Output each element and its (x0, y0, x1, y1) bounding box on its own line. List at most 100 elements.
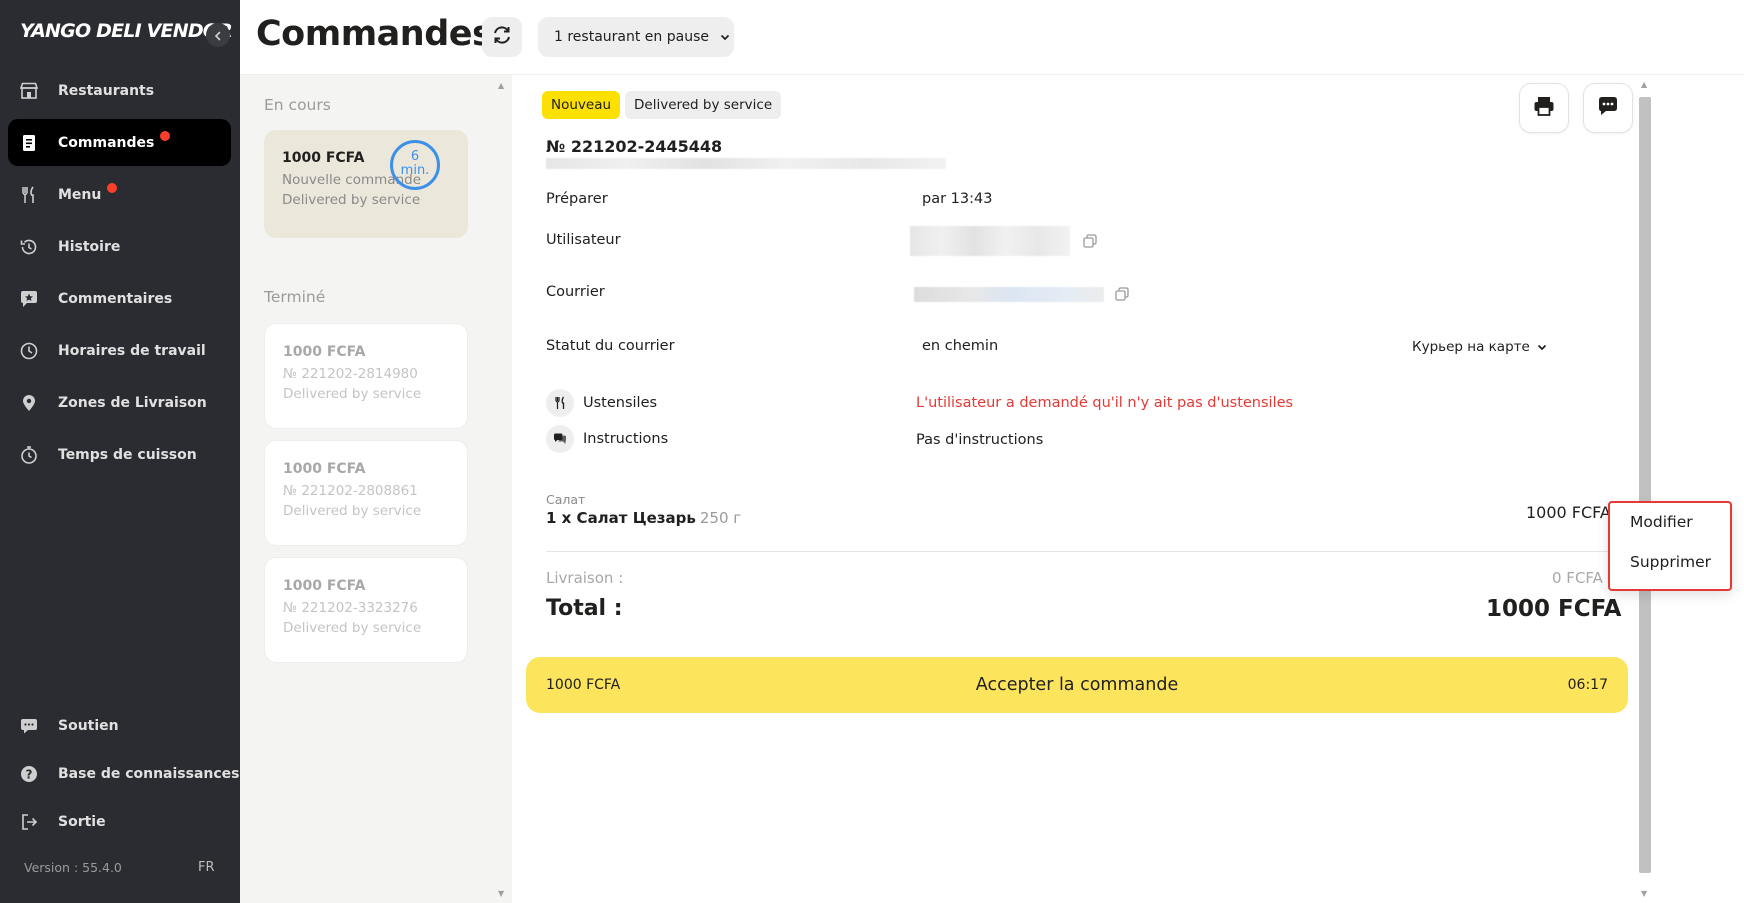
order-amount: 1000 FCFA (283, 578, 366, 594)
courier-map-toggle[interactable]: Курьер на карте (1412, 339, 1548, 355)
help-icon: ? (18, 763, 40, 785)
sidebar-item-label: Zones de Livraison (58, 394, 207, 411)
chat-button[interactable] (1583, 83, 1633, 133)
item-price: 1000 FCFA (1526, 503, 1611, 522)
item-context-menu: Modifier Supprimer (1608, 501, 1732, 591)
sidebar-item-label: Commentaires (58, 290, 173, 307)
order-number: № 221202-2808861 (283, 483, 418, 499)
sidebar-item-menu[interactable]: Menu (8, 171, 231, 218)
scroll-up-icon[interactable]: ▲ (1641, 80, 1647, 89)
sidebar-item-horaires[interactable]: Horaires de travail (8, 327, 231, 374)
refresh-button[interactable] (482, 17, 522, 57)
user-label: Utilisateur (546, 232, 621, 248)
menu-item-modifier[interactable]: Modifier (1630, 513, 1693, 531)
done-order-card[interactable]: 1000 FCFA № 221202-3323276 Delivered by … (264, 557, 468, 663)
copy-icon[interactable] (1114, 286, 1130, 302)
order-service: Delivered by service (283, 503, 422, 519)
timer-value: 6 (410, 149, 420, 164)
sidebar-item-label: Histoire (58, 238, 121, 255)
instructions-label: Instructions (583, 431, 669, 447)
utensils-icon (546, 389, 574, 417)
logout-icon (18, 811, 40, 833)
support-chat-icon (18, 715, 40, 737)
delivery-value: 0 FCFA (1552, 569, 1603, 587)
done-order-card[interactable]: 1000 FCFA № 221202-2808861 Delivered by … (264, 440, 468, 546)
sidebar-item-temps-cuisson[interactable]: Temps de cuisson (8, 431, 231, 478)
item-name: 1 x Салат Цезарь 250 г (546, 509, 741, 527)
app-version: Version : 55.4.0 (24, 860, 122, 875)
sidebar-item-label: Menu (58, 186, 102, 203)
menu-item-supprimer[interactable]: Supprimer (1630, 553, 1711, 571)
sidebar-item-label: Horaires de travail (58, 342, 206, 359)
order-timer: 6 min. (390, 140, 440, 190)
sidebar-item-label: Temps de cuisson (58, 446, 197, 463)
order-number: № 221202-2445448 (546, 137, 723, 156)
orders-scrollbar[interactable]: ▲ ▼ (492, 75, 512, 903)
sidebar: YANGO DELI VENDOR Restaurants Commandes … (0, 0, 240, 903)
sidebar-item-zones[interactable]: Zones de Livraison (8, 379, 231, 426)
item-weight: 250 г (699, 509, 742, 527)
instructions-icon (546, 425, 574, 453)
sidebar-item-soutien[interactable]: Soutien (8, 702, 231, 749)
orders-icon (18, 132, 40, 154)
sidebar-item-histoire[interactable]: Histoire (8, 223, 231, 270)
courier-status-value: en chemin (922, 338, 999, 354)
accept-order-button[interactable]: 1000 FCFA Accepter la commande 06:17 (526, 657, 1628, 713)
chevron-down-icon (1536, 341, 1548, 353)
delivery-label: Livraison : (546, 569, 624, 587)
scroll-down-icon[interactable]: ▼ (498, 889, 504, 898)
total-label: Total : (546, 596, 623, 621)
paused-restaurants-label: 1 restaurant en pause (554, 29, 709, 45)
sidebar-item-base-connaissances[interactable]: ? Base de connaissances (8, 750, 240, 797)
sidebar-item-commentaires[interactable]: Commentaires (8, 275, 231, 322)
copy-icon[interactable] (1082, 233, 1098, 249)
status-badge: Nouveau (542, 91, 621, 119)
order-amount: 1000 FCFA (283, 461, 366, 477)
order-service: Delivered by service (283, 620, 422, 636)
courier-label: Courrier (546, 284, 605, 300)
accept-amount: 1000 FCFA (546, 677, 621, 693)
page-title: Commandes (256, 14, 493, 54)
app-logo: YANGO DELI VENDOR (20, 20, 233, 42)
details-scrollbar[interactable]: ▲ ▼ (1636, 75, 1654, 903)
utensils-label: Ustensiles (583, 395, 658, 411)
divider (546, 551, 1610, 552)
sidebar-item-restaurants[interactable]: Restaurants (8, 67, 231, 114)
print-button[interactable] (1519, 83, 1569, 133)
sidebar-item-label: Commandes (58, 134, 155, 151)
sidebar-item-label: Base de connaissances (58, 765, 240, 782)
scroll-down-icon[interactable]: ▼ (1641, 889, 1647, 898)
redacted-courier (914, 287, 1104, 302)
language-switch[interactable]: FR (198, 860, 215, 875)
sidebar-item-commandes[interactable]: Commandes (8, 119, 231, 166)
sidebar-item-label: Soutien (58, 717, 119, 734)
service-badge: Delivered by service (625, 91, 782, 119)
comment-star-icon (18, 288, 40, 310)
orders-list: En cours 1000 FCFA Nouvelle commande Del… (240, 75, 492, 903)
sidebar-item-sortie[interactable]: Sortie (8, 798, 231, 845)
svg-text:?: ? (26, 767, 33, 781)
timer-unit: min. (400, 163, 430, 178)
done-heading: Terminé (264, 288, 326, 306)
order-service: Delivered by service (283, 386, 422, 402)
printer-icon (1532, 94, 1556, 122)
paused-restaurants-dropdown[interactable]: 1 restaurant en pause (538, 17, 734, 57)
fork-knife-icon (18, 184, 40, 206)
current-order-card[interactable]: 1000 FCFA Nouvelle commande Delivered by… (264, 130, 468, 238)
app-root: YANGO DELI VENDOR Restaurants Commandes … (0, 0, 1744, 903)
scroll-up-icon[interactable]: ▲ (498, 81, 504, 90)
instructions-value: Pas d'instructions (916, 432, 1044, 448)
item-category: Салат (546, 492, 586, 507)
accept-countdown: 06:17 (1567, 677, 1608, 693)
chevron-left-icon (213, 26, 223, 45)
clock-icon (18, 340, 40, 362)
order-details: Nouveau Delivered by service № 221202-24… (512, 75, 1636, 903)
order-number: № 221202-2814980 (283, 366, 418, 382)
chevron-down-icon (719, 31, 731, 43)
order-amount: 1000 FCFA (283, 344, 366, 360)
done-order-card[interactable]: 1000 FCFA № 221202-2814980 Delivered by … (264, 323, 468, 429)
scrollbar-thumb[interactable] (1639, 97, 1651, 873)
redacted-address (546, 158, 946, 169)
collapse-sidebar-button[interactable] (206, 23, 230, 47)
chat-icon (1596, 94, 1620, 122)
